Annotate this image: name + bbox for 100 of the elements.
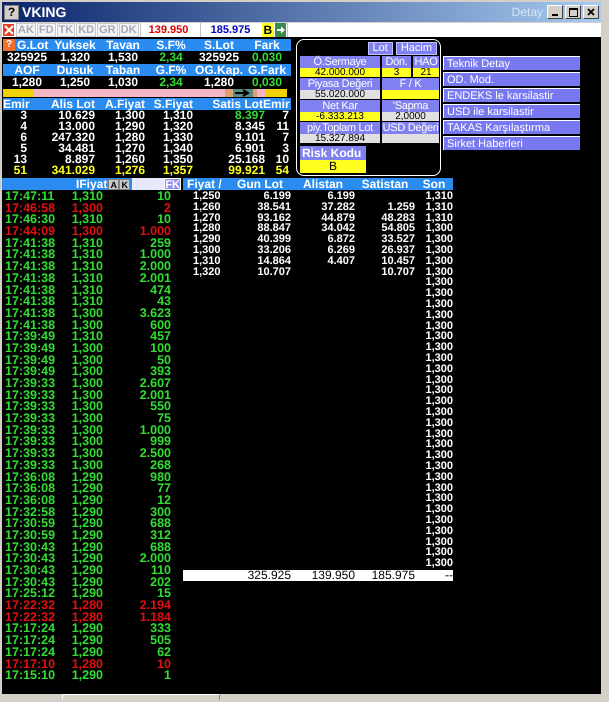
maximize-button[interactable] <box>565 5 581 19</box>
table-cell-text: 1,310 <box>70 249 103 262</box>
column-header: Fark <box>253 39 281 51</box>
table-cell-text: 33.206 <box>256 244 291 256</box>
table-cell-text: 7 <box>281 132 289 143</box>
table-cell-text: 77 <box>157 483 171 495</box>
column-header: Dusuk <box>56 64 94 76</box>
field-label: piy.Toplam Lot <box>300 122 380 134</box>
table-cell-text: 38.541 <box>256 202 291 213</box>
column-header: Satis Lot <box>211 98 263 110</box>
table-cell-text: 259 <box>150 238 171 250</box>
table-cell-text: 1,300 <box>424 514 453 526</box>
table-cell-text: 17:41:38 <box>5 238 56 250</box>
table-cell-text: 2.001 <box>138 390 171 402</box>
table-cell-text: 1,290 <box>70 623 103 636</box>
maximize-icon <box>568 8 578 16</box>
minimize-button[interactable] <box>547 5 563 19</box>
table-cell-text: 12 <box>156 494 171 507</box>
table-cell-text: 17:41:38 <box>5 284 56 296</box>
table-cell-text: 34.481 <box>58 143 95 154</box>
value-field: -6.333.213 <box>300 112 380 121</box>
table-cell-text: 11 <box>275 121 289 132</box>
table-cell-text: 1,300 <box>70 436 103 448</box>
table-cell-text: 688 <box>149 518 171 530</box>
table-cell-text: 1,290 <box>70 483 103 495</box>
table-cell-text: 1,310 <box>70 272 103 285</box>
help-button[interactable]: ? <box>4 4 19 20</box>
toggle-button[interactable]: Hacim <box>396 42 437 55</box>
table-cell-text: 17:25:12 <box>5 588 56 600</box>
table-cell-text: 17:22:32 <box>5 600 56 612</box>
menu-button[interactable]: ENDEKS le karsilastir <box>443 88 580 102</box>
menu-button[interactable]: OD. Mod. <box>443 72 580 86</box>
table-cell-text: 1,300 <box>424 374 453 386</box>
toggle-button[interactable]: Lot <box>368 42 393 55</box>
table-cell-text: 6 <box>19 132 27 143</box>
menu-button[interactable]: Teknik Detay <box>443 56 580 70</box>
table-cell-text: 17:15:10 <box>5 670 56 682</box>
table-cell-text: 1,350 <box>162 154 193 165</box>
help-button[interactable]: ? <box>3 39 15 51</box>
table-cell-text: 17:30:43 <box>5 576 56 588</box>
close-button[interactable] <box>583 5 599 19</box>
table-cell-text: 1,300 <box>424 406 453 418</box>
table-cell-text: 2.001 <box>138 272 171 285</box>
table-cell-text: 2.000 <box>138 261 171 273</box>
table-cell-text: 1,250 <box>193 191 222 202</box>
sort-button[interactable]: A <box>108 178 120 190</box>
value-text: 1,250 <box>58 76 92 89</box>
table-cell-text: 474 <box>149 284 171 296</box>
table-cell-text: 3.623 <box>138 308 171 320</box>
table-cell-text: 1,310 <box>70 261 103 273</box>
table-cell-text: 688 <box>150 542 171 554</box>
table-cell-text: 1,310 <box>192 256 222 267</box>
table-cell-text: 1,300 <box>424 364 453 375</box>
table-cell-text: 505 <box>149 635 171 647</box>
table-cell-text: 8.897 <box>64 154 95 165</box>
table-cell-text: 33.527 <box>380 234 415 246</box>
table-cell-text: 1,300 <box>70 320 103 332</box>
arrow-button[interactable] <box>275 23 286 37</box>
close-panel-button[interactable] <box>2 23 15 37</box>
sort-button[interactable]: K <box>119 178 130 190</box>
value-field: 15.327.894 <box>300 134 380 143</box>
table-cell-text: 6.269 <box>326 244 355 256</box>
table-cell-text: 1,300 <box>424 482 453 494</box>
total-cell-text: 341.029 <box>50 165 95 176</box>
column-header: G.Lot <box>17 39 48 51</box>
column-header: S.Lot <box>203 39 235 51</box>
value-text: 325925 <box>6 51 48 64</box>
table-cell-text: 62 <box>156 646 171 659</box>
table-cell-text: 48.283 <box>380 212 415 224</box>
table-cell-text: 14.864 <box>256 256 291 267</box>
table-cell-text: 17:39:33 <box>5 448 56 460</box>
table-cell-text: 9.101 <box>234 132 265 143</box>
table-cell-text: 13.000 <box>58 121 95 132</box>
table-cell-text: 1,270 <box>114 143 145 154</box>
table-cell-text: 268 <box>149 460 171 472</box>
table-cell-text: 75 <box>157 413 171 425</box>
table-cell-text: 1.259 <box>386 202 415 213</box>
table-cell-text: 1,280 <box>70 658 103 670</box>
filter-button[interactable]: FK <box>164 178 181 190</box>
table-cell-text: 26.937 <box>380 244 415 256</box>
table-cell-text: 93.162 <box>256 212 291 224</box>
table-cell-text: 1,300 <box>192 244 222 256</box>
field-label: Net Kar <box>300 100 380 112</box>
table-cell-text: 1,280 <box>114 132 145 143</box>
table-cell-text: 1,300 <box>424 450 453 462</box>
flag-button[interactable]: B <box>262 23 274 37</box>
column-header: Gun Lot <box>236 178 284 190</box>
menu-button[interactable]: TAKAS Karşılaştırma <box>443 120 580 134</box>
table-cell-text: 1,300 <box>424 460 453 472</box>
table-cell-text: 1,310 <box>424 191 453 202</box>
table-cell-text: 37.282 <box>320 202 355 213</box>
table-cell-text: 1,290 <box>70 576 103 588</box>
table-cell-text: 1,290 <box>70 670 103 682</box>
table-cell-text: 10.707 <box>256 266 291 278</box>
menu-button[interactable]: USD ile karsilastir <box>443 104 580 118</box>
table-cell-text: 1,300 <box>424 536 453 548</box>
table-cell-text: 1,290 <box>70 506 103 518</box>
input-field[interactable] <box>132 178 164 190</box>
table-cell-text: 1,300 <box>424 418 453 429</box>
menu-button[interactable]: Sirket Haberleri <box>443 136 580 150</box>
